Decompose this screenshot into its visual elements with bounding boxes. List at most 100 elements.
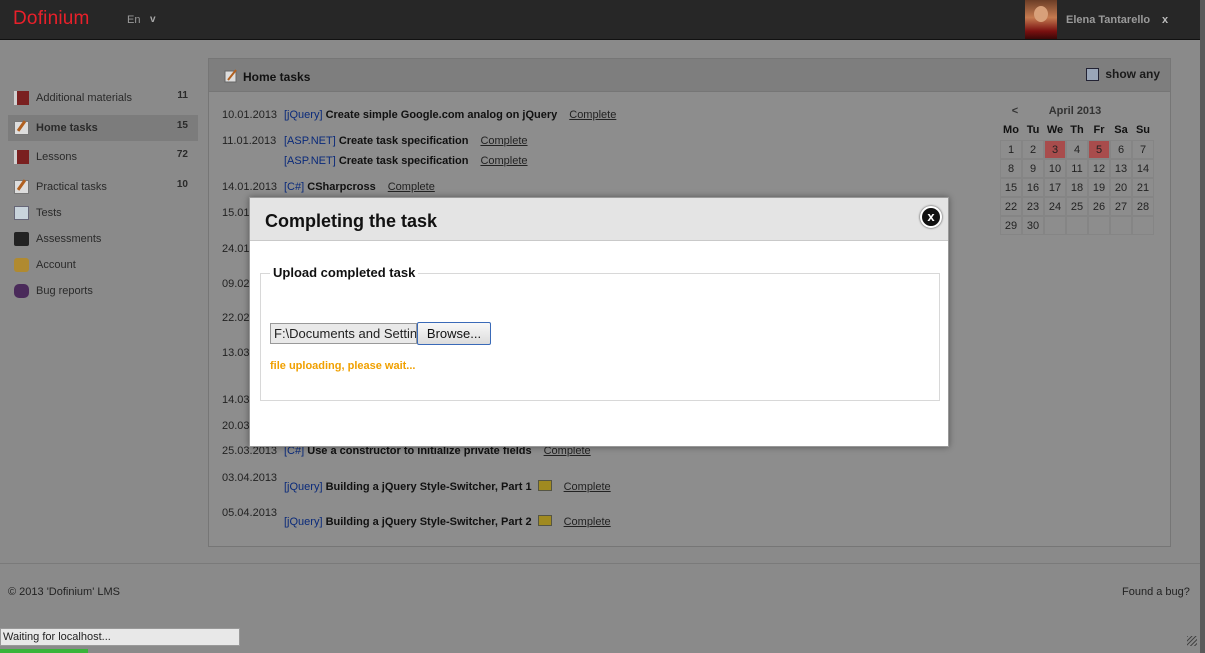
sidebar-item[interactable]: Home tasks 15 (8, 115, 198, 141)
calendar-day[interactable]: 12 (1088, 159, 1110, 178)
dialog-title: Completing the task (265, 211, 438, 231)
complete-link[interactable]: Complete (480, 155, 527, 167)
sidebar-item-label: Assessments (36, 233, 102, 245)
calendar-day[interactable]: 10 (1044, 159, 1066, 178)
task-tag: [jQuery] (284, 516, 323, 528)
attachment-icon[interactable] (537, 480, 552, 491)
calendar-day[interactable]: 7 (1132, 140, 1154, 159)
sidebar-item-label: Additional materials (36, 92, 132, 104)
calendar-day[interactable]: 13 (1110, 159, 1132, 178)
task-name: Create task specification (338, 155, 469, 167)
sidebar-item-count: 72 (176, 149, 188, 160)
calendar-day[interactable]: 18 (1066, 178, 1088, 197)
calendar-day[interactable]: 24 (1044, 197, 1066, 216)
calendar-day[interactable]: 1 (1000, 140, 1022, 159)
calendar-day[interactable]: 6 (1110, 140, 1132, 159)
show-any-checkbox[interactable]: show any (1086, 67, 1160, 81)
notepad-icon (14, 121, 29, 135)
calendar-day[interactable]: 30 (1022, 216, 1044, 235)
scrollbar[interactable] (1200, 0, 1205, 653)
task-name: CSharpcross (307, 181, 376, 193)
calendar-day[interactable]: 8 (1000, 159, 1022, 178)
sidebar-item[interactable]: Lessons 72 (8, 144, 198, 170)
task-item: [jQuery] Building a jQuery Style-Switche… (284, 480, 611, 493)
calendar-day[interactable]: 19 (1088, 178, 1110, 197)
calendar-day[interactable]: 4 (1066, 140, 1088, 159)
sidebar-item[interactable]: Practical tasks 10 (8, 174, 198, 200)
calendar-prev-button[interactable]: < (1000, 105, 1030, 117)
calendar-day[interactable]: 3 (1044, 140, 1066, 159)
task-tag: [jQuery] (284, 481, 323, 493)
calendar-day[interactable]: 14 (1132, 159, 1154, 178)
copyright: © 2013 'Dofinium' LMS (8, 586, 120, 598)
task-name: Building a jQuery Style-Switcher, Part 1 (325, 481, 532, 493)
calendar-empty-cell (1044, 216, 1066, 235)
browse-button[interactable]: Browse... (417, 322, 491, 345)
calendar-day[interactable]: 2 (1022, 140, 1044, 159)
sidebar-item-label: Lessons (36, 151, 77, 163)
avatar[interactable] (1025, 0, 1057, 39)
task-item: [ASP.NET] Create task specification Compl… (284, 155, 528, 167)
book-icon (14, 150, 29, 164)
sidebar-item-count: 15 (176, 120, 188, 131)
top-bar: Dofinium En v Elena Tantarello x (0, 0, 1200, 40)
calendar-day[interactable]: 29 (1000, 216, 1022, 235)
panel-header: Home tasks show any (209, 59, 1170, 92)
calendar-day[interactable]: 15 (1000, 178, 1022, 197)
sidebar-item[interactable]: Account (8, 252, 198, 278)
calendar-weekday: Sa (1114, 124, 1128, 136)
logout-button[interactable]: x (1162, 14, 1168, 26)
complete-link[interactable]: Complete (569, 109, 616, 121)
task-tag: [ASP.NET] (284, 135, 336, 147)
complete-link[interactable]: Complete (388, 181, 435, 193)
calendar-weekday: Tu (1026, 124, 1040, 136)
calendar-day[interactable]: 28 (1132, 197, 1154, 216)
task-name: Create task specification (338, 135, 469, 147)
sidebar-item-count: 11 (177, 90, 188, 101)
task-date: 10.01.2013 (222, 109, 278, 121)
complete-link[interactable]: Complete (564, 481, 611, 493)
found-bug-link[interactable]: Found a bug? (1122, 586, 1190, 598)
task-tag: [ASP.NET] (284, 155, 336, 167)
calendar-day[interactable]: 26 (1088, 197, 1110, 216)
chevron-down-icon[interactable]: v (150, 14, 156, 25)
browser-status-bar: Waiting for localhost... (0, 628, 240, 646)
calendar-day[interactable]: 11 (1066, 159, 1088, 178)
calendar-day[interactable]: 5 (1088, 140, 1110, 159)
task-tag: [C#] (284, 181, 305, 193)
calendar-day[interactable]: 22 (1000, 197, 1022, 216)
sidebar-item[interactable]: Additional materials 11 (8, 85, 198, 111)
upload-status-message: file uploading, please wait... (270, 360, 416, 372)
task-date: 11.01.2013 (222, 135, 277, 147)
calendar-day[interactable]: 16 (1022, 178, 1044, 197)
complete-link[interactable]: Complete (480, 135, 527, 147)
calendar-day[interactable]: 20 (1110, 178, 1132, 197)
logo[interactable]: Dofinium (13, 8, 90, 30)
calendar-day[interactable]: 27 (1110, 197, 1132, 216)
calendar-header: < April 2013 (1000, 102, 1160, 120)
calendar-day[interactable]: 23 (1022, 197, 1044, 216)
task-item: [C#] CSharpcross Complete (284, 181, 435, 193)
calendar-day[interactable]: 21 (1132, 178, 1154, 197)
resize-grip-icon[interactable] (1187, 636, 1197, 646)
assessment-icon (14, 232, 29, 246)
calendar-day[interactable]: 9 (1022, 159, 1044, 178)
sidebar-item[interactable]: Tests (8, 200, 198, 226)
calendar-empty-cell (1132, 216, 1154, 235)
sidebar-item-label: Bug reports (36, 285, 93, 297)
language-selector[interactable]: En (127, 14, 140, 26)
user-name[interactable]: Elena Tantarello (1066, 14, 1150, 26)
complete-link[interactable]: Complete (564, 516, 611, 528)
sidebar-item[interactable]: Bug reports (8, 278, 198, 304)
calendar-day[interactable]: 25 (1066, 197, 1088, 216)
file-path-input[interactable]: F:\Documents and Settin (270, 323, 417, 344)
checkbox-icon[interactable] (1086, 67, 1100, 81)
calendar-weekday: Mo (1003, 124, 1019, 136)
task-name: Building a jQuery Style-Switcher, Part 2 (325, 516, 532, 528)
calendar-empty-cell (1088, 216, 1110, 235)
calendar-day[interactable]: 17 (1044, 178, 1066, 197)
attachment-icon[interactable] (537, 515, 552, 526)
close-icon[interactable]: x (920, 206, 942, 228)
sidebar-item[interactable]: Assessments (8, 226, 198, 252)
loading-progress-bar (0, 649, 88, 653)
